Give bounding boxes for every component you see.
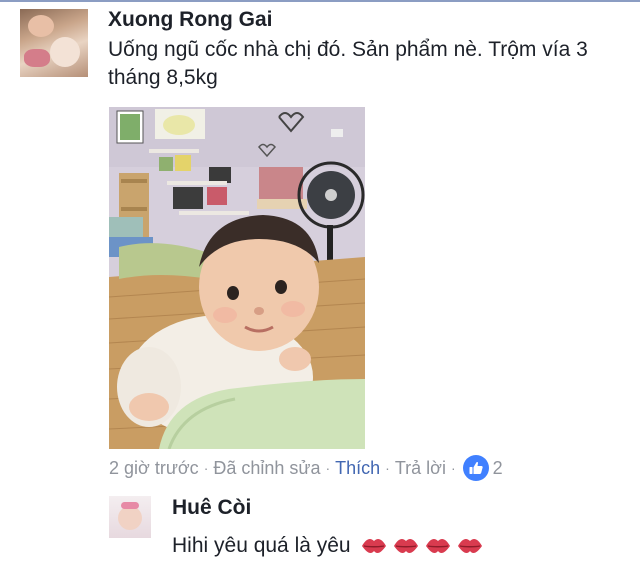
kiss-mark-icon xyxy=(361,538,386,554)
kiss-mark-icon xyxy=(393,538,418,554)
edited-label[interactable]: Đã chỉnh sửa xyxy=(213,458,320,479)
comment-photo[interactable] xyxy=(109,107,365,449)
top-divider xyxy=(0,0,640,2)
comment-author[interactable]: Xuong Rong Gai xyxy=(108,8,272,32)
meta-separator: · xyxy=(325,460,331,476)
meta-separator: · xyxy=(385,460,390,476)
meta-separator: · xyxy=(203,460,209,476)
kiss-mark-icon xyxy=(425,538,450,554)
reply-link[interactable]: Trả lời xyxy=(395,458,446,479)
kiss-emoji-group xyxy=(361,536,483,556)
reaction-count[interactable]: 2 xyxy=(493,458,503,479)
like-link[interactable]: Thích xyxy=(335,458,380,479)
reply-text: Hihi yêu quá là yêu xyxy=(172,534,351,557)
meta-separator: · xyxy=(450,460,456,476)
reply-avatar[interactable] xyxy=(109,496,151,538)
reply-author[interactable]: Huê Còi xyxy=(172,496,251,520)
comment-time[interactable]: 2 giờ trước xyxy=(109,458,199,479)
avatar[interactable] xyxy=(20,9,88,77)
comment-meta: 2 giờ trước · Đã chỉnh sửa · Thích · Trả… xyxy=(109,455,503,481)
reply-body: Hihi yêu quá là yêu xyxy=(172,534,483,558)
kiss-mark-icon xyxy=(457,538,482,554)
comment-text: Uống ngũ cốc nhà chị đó. Sản phẩm nè. Tr… xyxy=(108,38,588,89)
thumbs-up-icon[interactable] xyxy=(462,455,489,481)
